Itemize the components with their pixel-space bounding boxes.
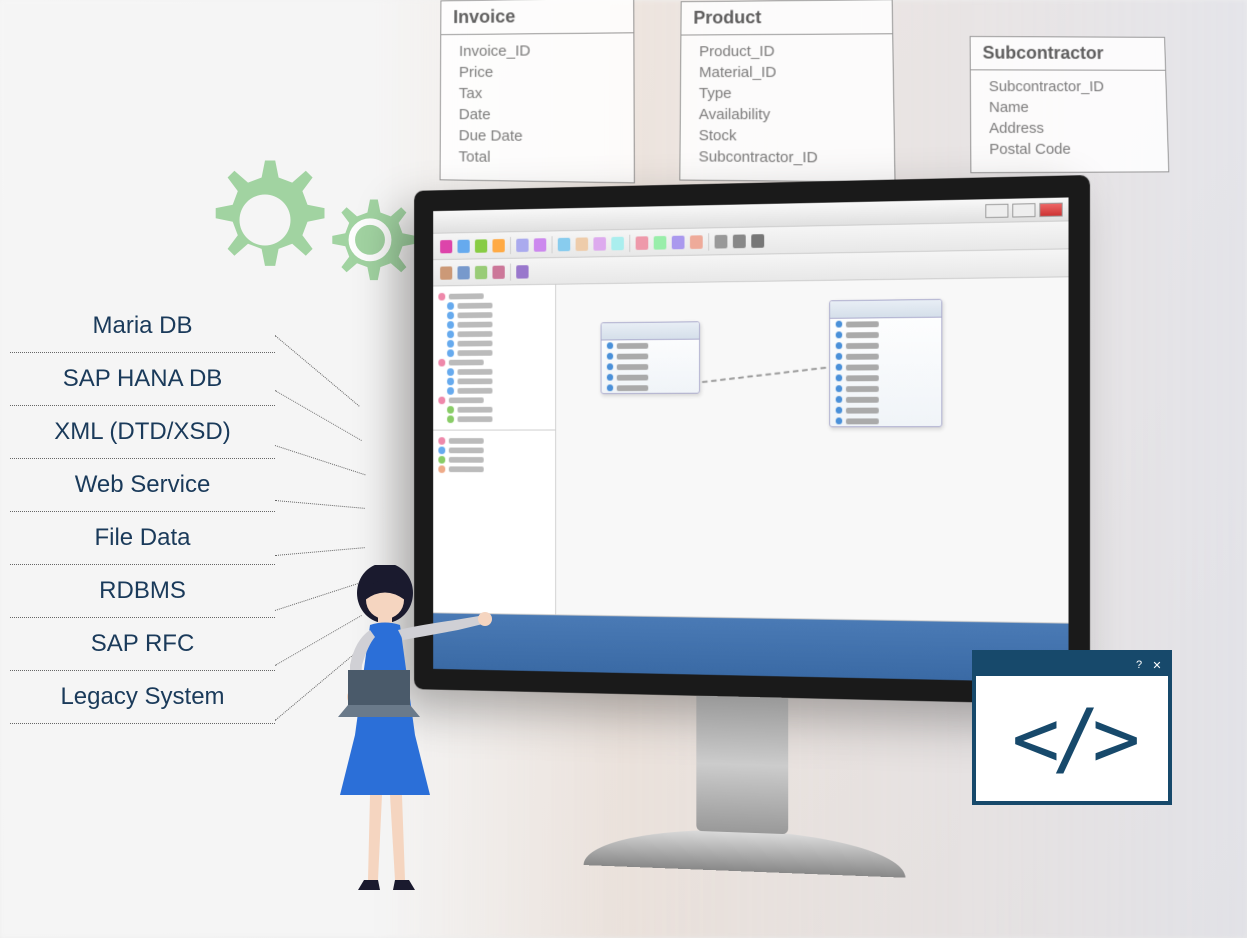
- connection-line: [702, 367, 826, 383]
- toolbar-icon: [440, 266, 452, 279]
- close-icon: [1039, 202, 1062, 216]
- schema-field: Total: [459, 146, 622, 169]
- data-source-item: SAP RFC: [10, 618, 275, 671]
- schema-field: Address: [989, 118, 1155, 139]
- toolbar-icon: [715, 234, 728, 248]
- toolbar-icon: [516, 265, 528, 278]
- schema-subcontractor: Subcontractor Subcontractor_ID Name Addr…: [970, 36, 1170, 173]
- schema-field: Material_ID: [699, 62, 880, 83]
- schema-title: Subcontractor: [971, 37, 1166, 71]
- data-source-item: RDBMS: [10, 565, 275, 618]
- toolbar-icon: [751, 234, 764, 248]
- schema-field: Stock: [699, 125, 882, 147]
- close-icon: ✕: [1150, 658, 1164, 672]
- toolbar-icon: [492, 265, 504, 278]
- monitor-screen: [433, 197, 1068, 682]
- schema-title: Product: [681, 0, 892, 35]
- toolbar-icon: [558, 237, 570, 251]
- code-symbol: </>: [976, 676, 1168, 801]
- person-illustration: [320, 565, 520, 905]
- separator: [552, 236, 553, 253]
- data-source-item: File Data: [10, 512, 275, 565]
- toolbar-icon: [654, 235, 667, 249]
- schema-field: Product_ID: [699, 40, 880, 62]
- toolbar-icon: [534, 238, 546, 252]
- entity-box: [829, 299, 942, 427]
- schema-field: Invoice_ID: [459, 40, 621, 62]
- toolbar-icon: [516, 238, 528, 252]
- minimize-icon: [985, 203, 1008, 217]
- schema-product: Product Product_ID Material_ID Type Avai…: [679, 0, 895, 183]
- separator: [510, 237, 511, 254]
- toolbar-icon: [733, 234, 746, 248]
- data-source-list: Maria DB SAP HANA DB XML (DTD/XSD) Web S…: [10, 300, 275, 724]
- data-source-item: SAP HANA DB: [10, 353, 275, 406]
- help-icon: ?: [1132, 658, 1146, 672]
- toolbar-icon: [475, 239, 487, 252]
- separator: [510, 263, 511, 280]
- toolbar-icon: [611, 236, 624, 250]
- code-titlebar: ? ✕: [976, 654, 1168, 676]
- schema-field: Postal Code: [989, 139, 1156, 160]
- data-source-item: XML (DTD/XSD): [10, 406, 275, 459]
- schema-field: Tax: [459, 83, 621, 105]
- toolbar-icon: [672, 235, 685, 249]
- toolbar-icon: [593, 237, 606, 251]
- data-source-item: Maria DB: [10, 300, 275, 353]
- separator: [708, 233, 709, 250]
- schema-field: Name: [989, 97, 1155, 118]
- toolbar-icon: [636, 236, 649, 250]
- entity-box: [601, 321, 700, 394]
- toolbar-icon: [492, 239, 504, 252]
- toolbar-icon: [440, 240, 452, 253]
- separator: [629, 234, 630, 251]
- schema-field: Date: [459, 104, 621, 126]
- toolbar-icon: [458, 239, 470, 252]
- schema-field: Due Date: [459, 125, 621, 148]
- data-source-item: Web Service: [10, 459, 275, 512]
- monitor-stand: [696, 696, 788, 834]
- schema-invoice: Invoice Invoice_ID Price Tax Date Due Da…: [440, 0, 635, 183]
- schema-field: Type: [699, 83, 881, 104]
- maximize-icon: [1012, 203, 1035, 217]
- toolbar-icon: [690, 235, 703, 249]
- toolbar-icon: [458, 266, 470, 279]
- schema-field: Subcontractor_ID: [989, 76, 1155, 97]
- data-source-item: Legacy System: [10, 671, 275, 724]
- toolbar-icon: [576, 237, 588, 251]
- code-window: ? ✕ </>: [972, 650, 1172, 805]
- schema-field: Subcontractor_ID: [699, 146, 882, 169]
- schema-title: Invoice: [441, 0, 633, 35]
- toolbar-icon: [475, 265, 487, 278]
- schema-field: Availability: [699, 104, 881, 126]
- schema-field: Price: [459, 61, 621, 83]
